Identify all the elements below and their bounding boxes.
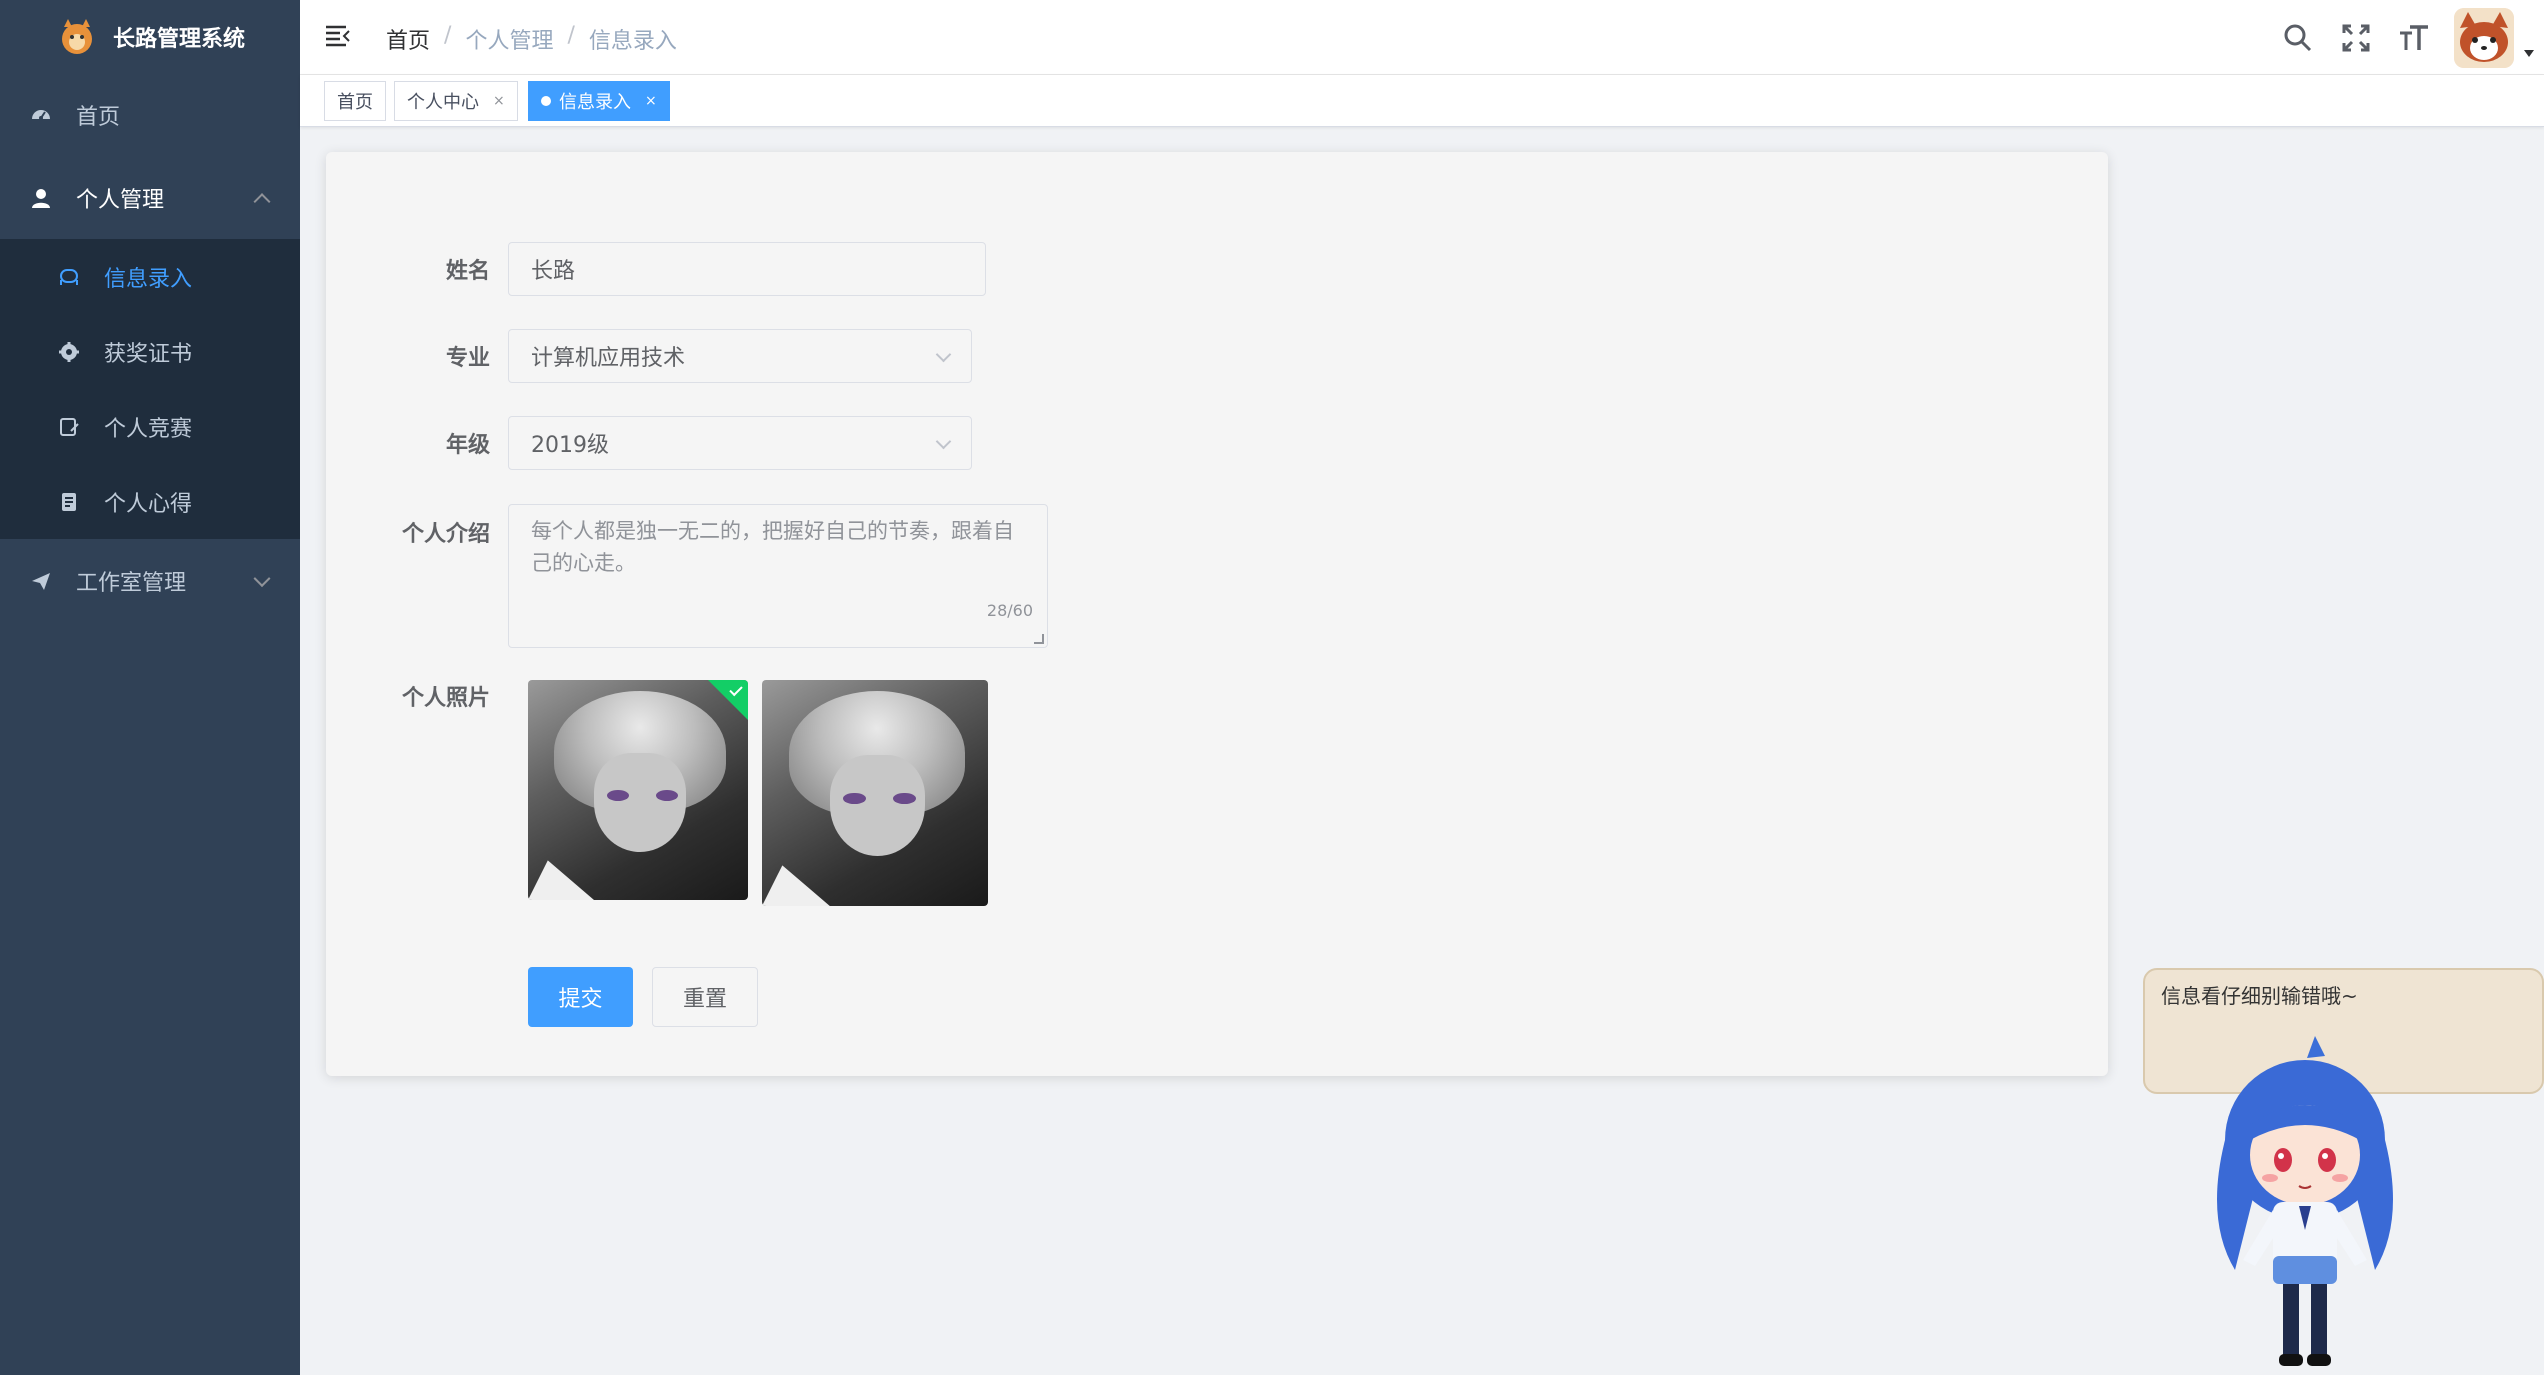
name-label: 姓名 (445, 259, 490, 284)
sidebar-item-info-entry[interactable]: 信息录入 (0, 239, 300, 314)
close-icon[interactable]: × (493, 93, 505, 109)
form-row-major: 专业 计算机应用技术 (326, 329, 972, 383)
resize-handle[interactable] (1034, 634, 1044, 644)
notes-icon (58, 491, 80, 513)
major-value: 计算机应用技术 (531, 346, 686, 371)
search-icon[interactable] (2280, 20, 2316, 56)
form-row-photo: 个人照片 (326, 680, 508, 712)
photo-face (829, 754, 925, 857)
font-size-icon[interactable] (2396, 20, 2432, 56)
logo-icon (55, 15, 99, 59)
sidebar-item-certificates[interactable]: 获奖证书 (0, 314, 300, 389)
sidebar-item-home[interactable]: 首页 (0, 73, 300, 156)
form-card: 姓名 长路 专业 计算机应用技术 年级 2019级 个人介绍 每个人都是独一无二… (326, 152, 2108, 1076)
close-icon[interactable]: × (645, 93, 657, 109)
photo-label: 个人照片 (401, 686, 490, 711)
submit-button[interactable]: 提交 (528, 967, 633, 1027)
intro-textarea[interactable]: 每个人都是独一无二的，把握好自己的节奏，跟着自己的心走。 28/60 (508, 504, 1048, 648)
active-dot (541, 96, 551, 106)
tag-personal-center[interactable]: 个人中心 × (394, 81, 518, 121)
tag-label: 首页 (337, 92, 373, 113)
intro-label: 个人介绍 (401, 522, 490, 547)
breadcrumb-separator: / (567, 23, 575, 48)
dashboard-icon (30, 104, 52, 126)
sidebar-item-competition[interactable]: 个人竞赛 (0, 389, 300, 464)
grade-select[interactable]: 2019级 (508, 416, 972, 470)
app-title: 长路管理系统 (112, 26, 245, 52)
breadcrumb-current: 信息录入 (588, 29, 677, 54)
sidebar-item-label: 个人竞赛 (104, 416, 193, 442)
logo[interactable]: 长路管理系统 (0, 0, 300, 73)
mascot-character[interactable] (2195, 1030, 2415, 1370)
submenu-personal: 信息录入 获奖证书 个人竞赛 个人心得 (0, 239, 300, 539)
sidebar-item-label: 工作室管理 (76, 570, 187, 596)
tag-label: 信息录入 (559, 92, 631, 113)
intro-value: 每个人都是独一无二的，把握好自己的节奏，跟着自己的心走。 (531, 519, 1014, 575)
breadcrumb-home[interactable]: 首页 (386, 23, 430, 55)
send-icon (30, 570, 52, 592)
sidebar-item-label: 个人心得 (104, 491, 193, 517)
major-select[interactable]: 计算机应用技术 (508, 329, 972, 383)
form-row-grade: 年级 2019级 (326, 416, 972, 470)
caret-down-icon[interactable] (2524, 50, 2534, 57)
breadcrumb: 首页 / 个人管理 / 信息录入 (386, 23, 677, 55)
uploaded-photo[interactable] (528, 680, 748, 900)
photo-collar (762, 865, 830, 906)
sidebar: 长路管理系统 首页 个人管理 信息录入 获奖证书 个人竞赛 个人心得 工作室管理 (0, 0, 300, 1375)
user-icon (30, 187, 52, 209)
grade-label: 年级 (445, 433, 490, 458)
hamburger-icon[interactable] (324, 22, 352, 50)
name-input[interactable]: 长路 (508, 242, 986, 296)
fullscreen-icon[interactable] (2338, 20, 2374, 56)
char-counter: 28/60 (986, 601, 1033, 620)
sidebar-item-label: 个人管理 (76, 187, 165, 213)
sidebar-item-label: 获奖证书 (104, 341, 193, 367)
upload-success-badge (708, 680, 748, 720)
chevron-down-icon (253, 569, 271, 587)
gear-icon (58, 341, 80, 363)
name-value: 长路 (531, 259, 576, 284)
reset-button[interactable]: 重置 (652, 967, 758, 1027)
tags-view: 首页 个人中心 × 信息录入 × (300, 75, 2544, 127)
photo-eye (893, 793, 916, 805)
tag-info-entry[interactable]: 信息录入 × (528, 81, 670, 121)
chevron-down-icon (935, 346, 952, 363)
major-label: 专业 (445, 346, 490, 371)
form-row-intro: 个人介绍 每个人都是独一无二的，把握好自己的节奏，跟着自己的心走。 28/60 (326, 504, 1048, 648)
sidebar-item-notes[interactable]: 个人心得 (0, 464, 300, 539)
sidebar-item-studio[interactable]: 工作室管理 (0, 539, 300, 622)
photo-uploader[interactable] (762, 680, 988, 906)
breadcrumb-personal: 个人管理 (465, 29, 554, 54)
sidebar-item-label: 首页 (76, 104, 121, 130)
breadcrumb-separator: / (444, 23, 452, 48)
photo-collar (528, 860, 594, 900)
sidebar-item-personal[interactable]: 个人管理 (0, 156, 300, 239)
competition-icon (58, 416, 80, 438)
grade-value: 2019级 (531, 433, 609, 458)
avatar[interactable] (2454, 7, 2514, 68)
navbar-tools (2280, 0, 2544, 75)
sidebar-item-label: 信息录入 (104, 266, 193, 292)
tag-label: 个人中心 (407, 92, 479, 113)
photo-face (594, 752, 687, 852)
chevron-up-icon (253, 192, 271, 210)
navbar: 首页 / 个人管理 / 信息录入 (300, 0, 2544, 75)
chevron-down-icon (935, 433, 952, 450)
info-entry-icon (58, 266, 80, 288)
form-row-name: 姓名 长路 (326, 242, 986, 296)
mascot-message: 信息看仔细别输错哦~ (2161, 984, 2358, 1008)
tag-home[interactable]: 首页 (324, 81, 386, 121)
photo-eye (655, 790, 678, 801)
